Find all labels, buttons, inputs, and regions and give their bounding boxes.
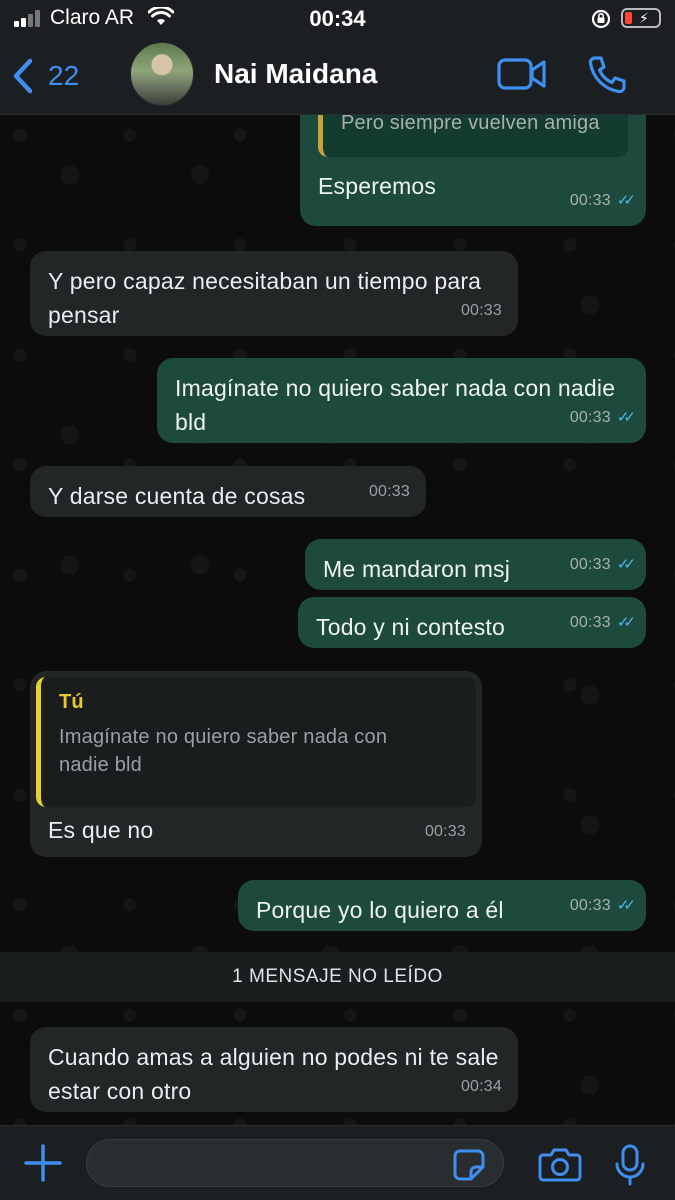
read-ticks-icon: ✓✓ [616,556,636,573]
camera-icon[interactable] [538,1146,582,1182]
message-text: Imagínate no quiero saber nada con nadie… [175,375,616,435]
message-time: 00:33 [569,192,611,209]
message-bubble-incoming[interactable]: Cuando amas a alguien no podes ni te sal… [30,1027,518,1112]
message-bubble-outgoing[interactable]: Pero siempre vuelven amiga Esperemos 00:… [300,115,646,226]
plus-icon[interactable] [22,1142,64,1184]
message-meta: 00:33 ✓✓ [569,889,636,923]
read-ticks-icon: ✓✓ [616,409,636,426]
message-meta: 00:33 ✓✓ [569,401,636,435]
composer-bar [0,1125,675,1200]
quoted-message[interactable]: Pero siempre vuelven amiga [318,115,628,157]
message-time: 00:33 [569,614,611,631]
quoted-message-text: Imagínate no quiero saber nada con nadie… [59,726,388,776]
message-text: Y pero capaz necesitaban un tiempo para … [48,268,482,328]
message-text: Cuando amas a alguien no podes ni te sal… [48,1044,499,1104]
message-meta: 00:33 [461,294,502,328]
message-bubble-outgoing[interactable]: Porque yo lo quiero a él 00:33 ✓✓ [238,880,646,931]
unread-messages-banner: 1 MENSAJE NO LEÍDO [0,952,675,1002]
battery-icon: ⚡ [621,8,661,28]
message-time: 00:33 [424,823,466,840]
message-bubble-outgoing[interactable]: Imagínate no quiero saber nada con nadie… [157,358,646,443]
message-time: 00:33 [569,556,611,573]
video-call-icon[interactable] [497,56,547,92]
quoted-message-text: Pero siempre vuelven amiga [341,115,600,134]
contact-name[interactable]: Nai Maidana [214,58,377,90]
message-time: 00:33 [460,302,502,319]
quoted-message[interactable]: Tú Imagínate no quiero saber nada con na… [36,677,476,807]
orientation-lock-icon [591,9,611,29]
sticker-icon[interactable] [452,1148,486,1182]
contact-avatar[interactable] [130,42,194,106]
read-ticks-icon: ✓✓ [616,614,636,631]
quoted-message-author: Tú [59,691,84,713]
message-bubble-incoming[interactable]: Y pero capaz necesitaban un tiempo para … [30,251,518,336]
message-meta: 00:33 ✓✓ [569,548,636,582]
back-button[interactable]: 22 [12,52,107,100]
mic-icon[interactable] [612,1144,648,1186]
message-meta: 00:33 [425,815,466,849]
chat-header: Claro AR 00:34 ⚡ 22 Nai Maidana [0,0,675,115]
message-meta: 00:33 ✓✓ [569,606,636,640]
message-bubble-incoming[interactable]: Tú Imagínate no quiero saber nada con na… [30,671,482,857]
message-text: Es que no [48,817,154,843]
message-bubble-outgoing[interactable]: Me mandaron msj 00:33 ✓✓ [305,539,646,590]
message-time: 00:33 [569,409,611,426]
message-meta: 00:34 [461,1070,502,1104]
status-time: 00:34 [309,6,366,31]
message-text: Y darse cuenta de cosas [48,483,306,509]
phone-call-icon[interactable] [586,54,628,96]
message-bubble-outgoing[interactable]: Todo y ni contesto 00:33 ✓✓ [298,597,646,648]
back-chevron-icon [13,58,33,94]
message-time: 00:33 [368,483,410,500]
read-ticks-icon: ✓✓ [616,897,636,914]
message-meta: 00:33 [369,475,410,509]
back-unread-count: 22 [48,60,80,91]
read-ticks-icon: ✓✓ [616,192,636,209]
message-input[interactable] [86,1139,504,1187]
message-time: 00:33 [569,897,611,914]
message-time: 00:34 [460,1078,502,1095]
message-meta: 00:33 ✓✓ [569,184,636,218]
message-bubble-incoming[interactable]: Y darse cuenta de cosas 00:33 [30,466,426,517]
